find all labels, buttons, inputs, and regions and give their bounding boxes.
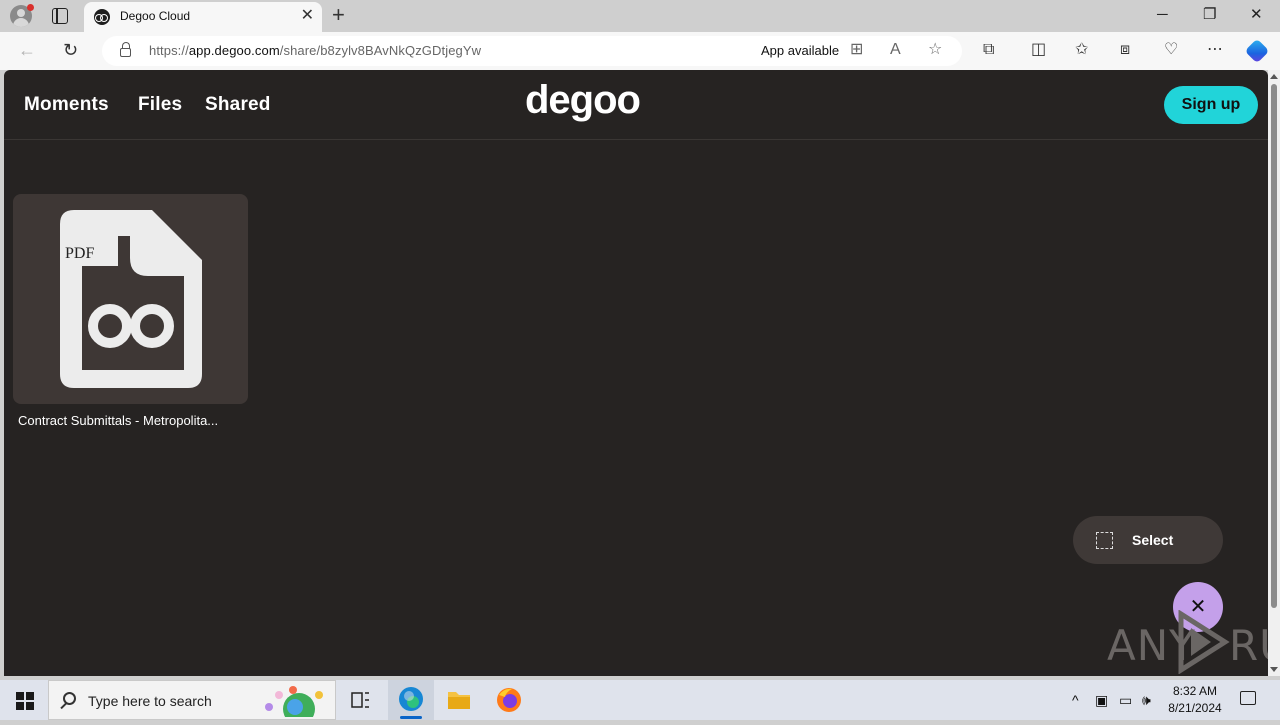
search-highlight-art-icon: [265, 686, 323, 717]
anyrun-logo: ANY RUN: [1107, 610, 1268, 674]
notification-center-icon[interactable]: [1240, 691, 1256, 705]
page-viewport: Moments Files Shared degoo Sign up PDF C…: [4, 70, 1268, 676]
file-card[interactable]: PDF: [13, 194, 248, 404]
new-tab-button[interactable]: +: [332, 3, 345, 27]
collections-icon[interactable]: ⧈: [1120, 40, 1130, 60]
split-screen-icon[interactable]: ◫: [1031, 40, 1046, 60]
profile-notification-badge: [27, 4, 34, 11]
favorites-icon[interactable]: ✩: [1075, 40, 1088, 60]
degoo-favicon-icon: [94, 9, 110, 25]
file-explorer-icon[interactable]: [436, 680, 482, 720]
nav-moments[interactable]: Moments: [24, 94, 109, 116]
scroll-down-icon[interactable]: [1270, 667, 1278, 672]
file-name[interactable]: Contract Submittals - Metropolita...: [18, 413, 240, 428]
extensions-icon[interactable]: ⧉: [983, 40, 994, 60]
address-bar[interactable]: https://app.degoo.com/share/b8zylv8BAvNk…: [102, 36, 962, 66]
read-aloud-icon[interactable]: A: [890, 41, 901, 59]
degoo-logo-mark: degoo: [525, 80, 641, 122]
pdf-label: PDF: [65, 245, 94, 262]
taskbar-search-box[interactable]: Type here to search: [48, 680, 336, 720]
tab-actions-icon[interactable]: [52, 8, 68, 24]
tray-device-icon[interactable]: ▣: [1095, 691, 1108, 709]
tray-overflow-icon[interactable]: ^: [1072, 691, 1079, 709]
clock-date: 8/21/2024: [1168, 701, 1222, 715]
minimize-button[interactable]: ─: [1157, 6, 1168, 24]
select-marquee-icon: [1096, 532, 1113, 549]
restore-button[interactable]: ❐: [1203, 6, 1216, 24]
url-text[interactable]: https://app.degoo.com/share/b8zylv8BAvNk…: [149, 43, 481, 58]
nav-files[interactable]: Files: [138, 94, 182, 116]
task-view-icon[interactable]: [337, 680, 383, 720]
nav-shared[interactable]: Shared: [205, 94, 271, 116]
windows-start-icon[interactable]: [16, 692, 34, 710]
select-button[interactable]: Select: [1073, 516, 1223, 564]
lock-icon[interactable]: [120, 42, 131, 57]
windows-taskbar: Type here to search ^ ▣ ▭ 🕪 8:32 AM 8/21…: [0, 680, 1280, 720]
tab-degoo-cloud[interactable]: Degoo Cloud ✕: [84, 2, 322, 32]
network-icon[interactable]: ▭: [1119, 691, 1132, 709]
favorite-star-icon[interactable]: ☆: [928, 41, 942, 59]
volume-icon[interactable]: 🕪: [1142, 691, 1151, 709]
browser-essentials-icon[interactable]: ♡: [1164, 40, 1178, 60]
site-header: Moments Files Shared degoo Sign up: [4, 70, 1268, 140]
tab-close-icon[interactable]: ✕: [301, 7, 314, 25]
sign-up-button[interactable]: Sign up: [1164, 86, 1258, 124]
select-label: Select: [1132, 532, 1174, 548]
app-available-label[interactable]: App available: [761, 43, 839, 58]
edge-taskbar-icon[interactable]: [388, 680, 434, 720]
page-scrollbar[interactable]: [1268, 70, 1280, 676]
search-icon: [63, 692, 76, 705]
back-arrow-icon[interactable]: ←: [18, 40, 36, 60]
install-app-icon[interactable]: ⊞: [850, 41, 863, 59]
clock-time: 8:32 AM: [1172, 684, 1218, 698]
scroll-up-icon[interactable]: [1270, 74, 1278, 79]
degoo-logo-text: degoo: [525, 80, 640, 122]
firefox-icon[interactable]: [486, 680, 532, 720]
copilot-icon[interactable]: [1244, 38, 1270, 64]
refresh-icon[interactable]: ↻: [63, 40, 78, 60]
scroll-thumb[interactable]: [1271, 84, 1277, 608]
tab-title: Degoo Cloud: [120, 9, 191, 23]
pdf-file-icon: PDF: [60, 210, 202, 388]
browser-tab-bar: Degoo Cloud ✕ + ─ ❐ ✕: [0, 0, 1280, 32]
browser-toolbar: ← ↻ https://app.degoo.com/share/b8zylv8B…: [0, 32, 1280, 70]
close-window-button[interactable]: ✕: [1250, 6, 1263, 24]
taskbar-clock[interactable]: 8:32 AM 8/21/2024: [1162, 683, 1228, 717]
more-menu-icon[interactable]: ⋯: [1207, 40, 1223, 60]
search-placeholder: Type here to search: [88, 693, 212, 709]
watermark-run: RUN: [1229, 621, 1268, 670]
